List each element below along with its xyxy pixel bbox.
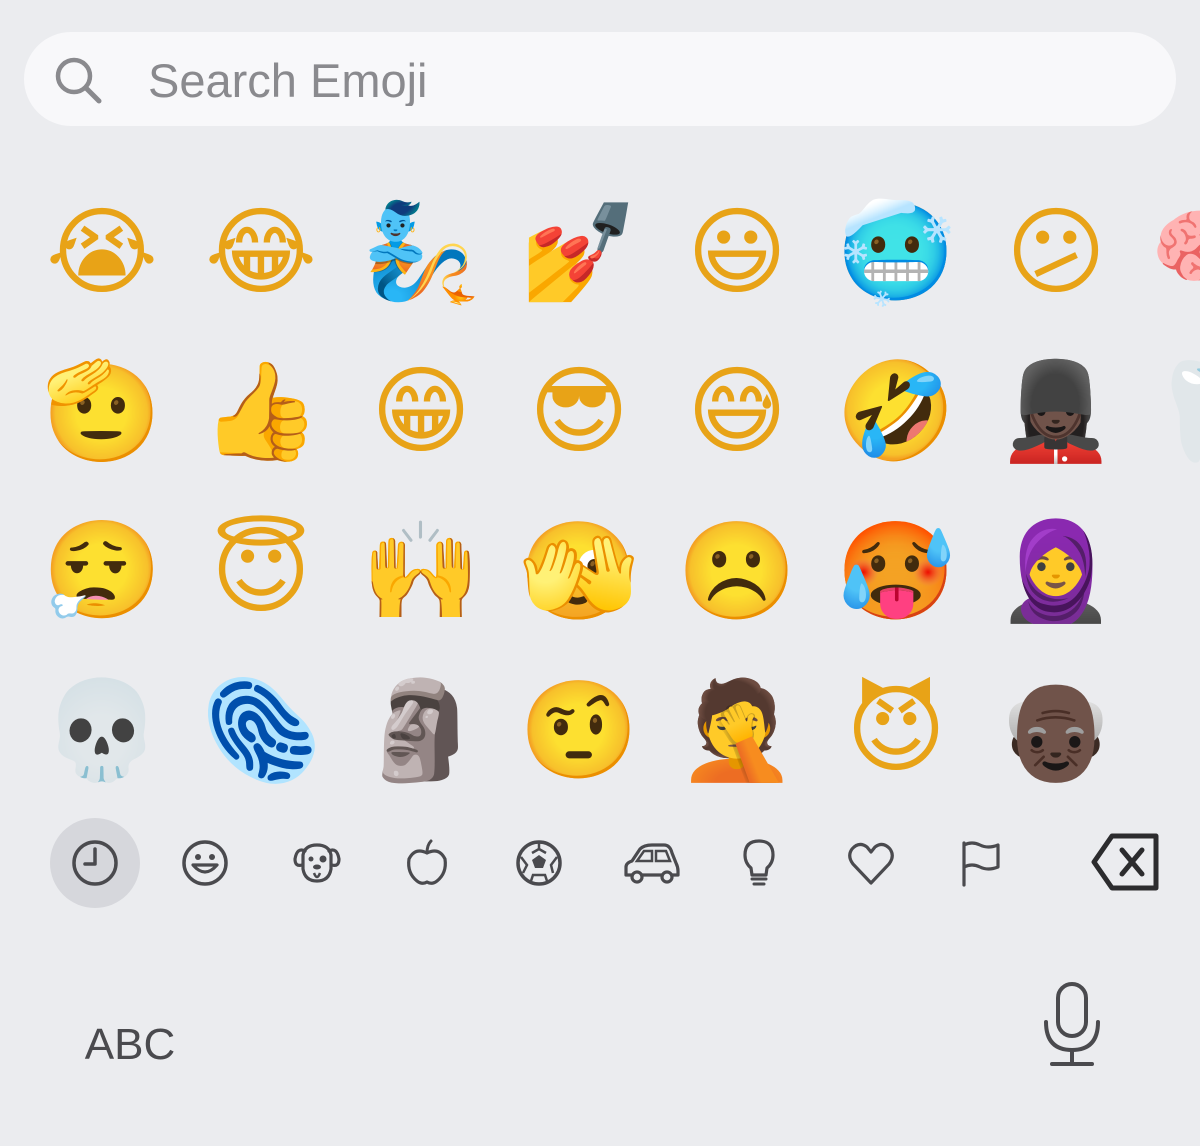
emoji-genie[interactable]: 🧞 (361, 192, 481, 312)
search-bar[interactable] (24, 32, 1176, 126)
emoji-nail-polish[interactable]: 💅 (519, 192, 639, 312)
emoji-facepalm[interactable]: 🤦 (677, 670, 797, 790)
emoji-loudly-crying[interactable]: 😭 (42, 192, 162, 312)
emoji-confused[interactable]: 😕 (996, 192, 1116, 312)
category-recent[interactable] (50, 818, 140, 908)
emoji-cold-face[interactable]: 🥶 (836, 192, 956, 312)
emoji-smiling-devil[interactable]: 😈 (836, 670, 956, 790)
heart-icon (848, 842, 894, 885)
emoji-beaming-face[interactable]: 😁 (361, 351, 481, 471)
emoji-rolling-laughing[interactable]: 🤣 (836, 351, 956, 471)
emoji-tears-of-joy[interactable]: 😂 (201, 192, 321, 312)
emoji-raised-eyebrow[interactable]: 🤨 (519, 670, 639, 790)
emoji-saluting-face[interactable]: 🫡 (42, 351, 162, 471)
emoji-moai[interactable]: 🗿 (361, 670, 481, 790)
emoji-grid: 😭 😂 🧞 💅 😃 🥶 😕 🧠 🫡 👍 😁 😎 😅 🤣 💂🏿‍♀️ 🦷 😮‍💨 … (0, 170, 1200, 810)
dog-icon (293, 843, 341, 883)
category-travel[interactable] (605, 818, 695, 908)
emoji-headscarf[interactable]: 🧕 (996, 511, 1116, 631)
category-symbols[interactable] (826, 818, 916, 908)
category-bar (0, 818, 1200, 908)
emoji-grinning-big-eyes[interactable]: 😃 (677, 192, 797, 312)
microphone-icon[interactable] (1036, 980, 1108, 1070)
emoji-keyboard: 😭 😂 🧞 💅 😃 🥶 😕 🧠 🫡 👍 😁 😎 😅 🤣 💂🏿‍♀️ 🦷 😮‍💨 … (0, 0, 1200, 1146)
lightbulb-icon (743, 839, 775, 886)
emoji-hot-face[interactable]: 🥵 (836, 511, 956, 631)
emoji-brain[interactable]: 🧠 (1150, 192, 1200, 312)
category-activity[interactable] (494, 818, 584, 908)
emoji-sweat-smile[interactable]: 😅 (677, 351, 797, 471)
emoji-halo[interactable]: 😇 (201, 511, 321, 631)
emoji-raising-hands[interactable]: 🙌 (361, 511, 481, 631)
category-food[interactable] (382, 818, 472, 908)
emoji-thumbs-up[interactable]: 👍 (201, 351, 321, 471)
emoji-fingerprint[interactable]: 🫆 (201, 670, 321, 790)
category-animals[interactable] (272, 818, 362, 908)
smiley-icon (182, 840, 228, 886)
emoji-tooth[interactable]: 🦷 (1150, 351, 1200, 471)
category-flags[interactable] (937, 818, 1027, 908)
car-icon (624, 843, 680, 884)
emoji-peeking-eye[interactable]: 🫣 (519, 511, 639, 631)
emoji-frowning[interactable]: ☹️ (677, 511, 797, 631)
search-input[interactable] (148, 54, 1048, 106)
delete-backspace-icon[interactable] (1090, 830, 1162, 894)
apple-icon (407, 839, 447, 885)
emoji-face-exhaling[interactable]: 😮‍💨 (42, 511, 162, 631)
emoji-sunglasses[interactable]: 😎 (519, 351, 639, 471)
emoji-old-man[interactable]: 👴🏿 (996, 670, 1116, 790)
emoji-skull[interactable]: 💀 (42, 670, 162, 790)
flag-icon (962, 841, 1000, 887)
emoji-guard[interactable]: 💂🏿‍♀️ (996, 351, 1116, 471)
search-icon (55, 57, 102, 104)
abc-keyboard-button[interactable]: ABC (60, 1010, 200, 1080)
category-objects[interactable] (714, 818, 804, 908)
soccer-ball-icon (516, 840, 562, 886)
clock-icon (72, 840, 118, 886)
category-smileys[interactable] (160, 818, 250, 908)
